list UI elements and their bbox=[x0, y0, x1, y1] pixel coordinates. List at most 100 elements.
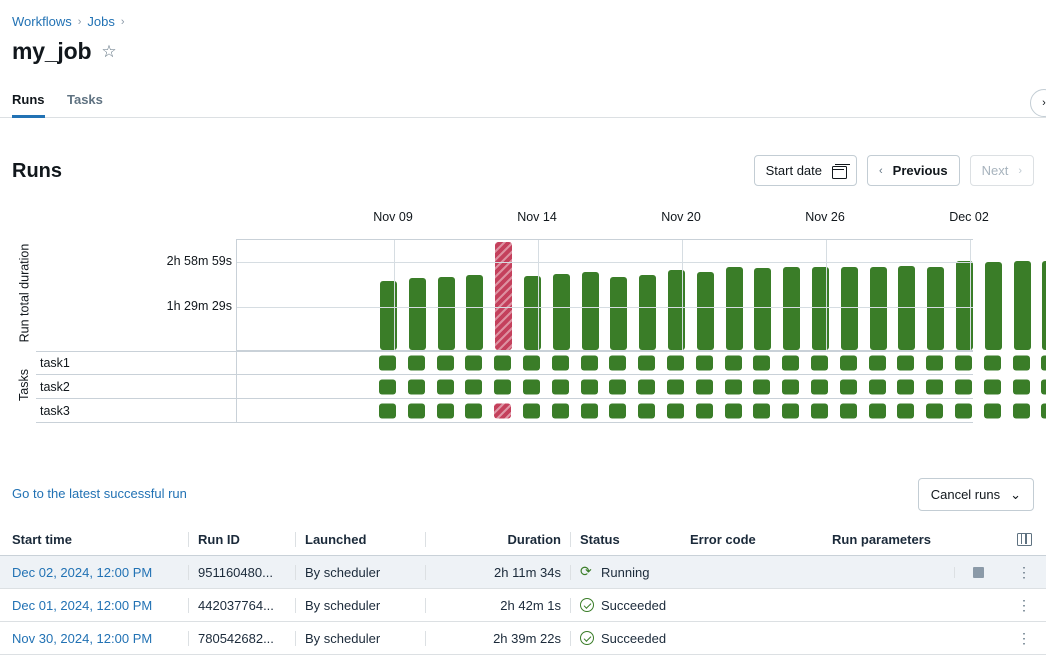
task-status-cell[interactable] bbox=[897, 379, 914, 394]
task-status-cell[interactable] bbox=[869, 379, 886, 394]
task-status-cell[interactable] bbox=[465, 356, 482, 371]
task-status-cell[interactable] bbox=[581, 379, 598, 394]
cell-row-menu[interactable]: ⋮ bbox=[1002, 631, 1046, 645]
task-status-cell[interactable] bbox=[955, 356, 972, 371]
table-row[interactable]: Dec 02, 2024, 12:00 PM951160480...By sch… bbox=[0, 556, 1046, 589]
task-status-cell[interactable] bbox=[379, 356, 396, 371]
chart-bar[interactable] bbox=[697, 272, 714, 350]
task-status-cell[interactable] bbox=[437, 379, 454, 394]
task-status-cell[interactable] bbox=[725, 379, 742, 394]
task-status-cell[interactable] bbox=[811, 403, 828, 418]
task-status-cell[interactable] bbox=[667, 379, 684, 394]
task-status-cell[interactable] bbox=[811, 356, 828, 371]
task-status-cell[interactable] bbox=[753, 403, 770, 418]
task-status-cell[interactable] bbox=[840, 403, 857, 418]
cell-row-menu[interactable]: ⋮ bbox=[1002, 565, 1046, 579]
task-status-cell[interactable] bbox=[638, 356, 655, 371]
task-status-cell[interactable] bbox=[638, 379, 655, 394]
task-status-cell[interactable] bbox=[379, 403, 396, 418]
chart-bar[interactable] bbox=[610, 277, 627, 350]
task-status-cell[interactable] bbox=[725, 403, 742, 418]
kebab-menu-icon[interactable]: ⋮ bbox=[1017, 598, 1031, 612]
task-status-cell[interactable] bbox=[696, 356, 713, 371]
chart-bar[interactable] bbox=[985, 262, 1002, 350]
task-status-cell[interactable] bbox=[494, 403, 511, 418]
column-header-start-time[interactable]: Start time bbox=[0, 532, 188, 547]
task-status-cell[interactable] bbox=[955, 403, 972, 418]
task-status-cell[interactable] bbox=[926, 403, 943, 418]
task-status-cell[interactable] bbox=[897, 403, 914, 418]
task-status-cell[interactable] bbox=[437, 356, 454, 371]
task-status-cell[interactable] bbox=[1041, 403, 1046, 418]
task-status-cell[interactable] bbox=[552, 379, 569, 394]
task-status-cell[interactable] bbox=[408, 379, 425, 394]
latest-successful-run-link[interactable]: Go to the latest successful run bbox=[12, 486, 187, 501]
kebab-menu-icon[interactable]: ⋮ bbox=[1017, 565, 1031, 579]
chart-bar[interactable] bbox=[754, 268, 771, 350]
task-status-cell[interactable] bbox=[408, 403, 425, 418]
task-status-cell[interactable] bbox=[1013, 356, 1030, 371]
task-status-cell[interactable] bbox=[1013, 403, 1030, 418]
task-status-cell[interactable] bbox=[955, 379, 972, 394]
cell-start-time[interactable]: Nov 30, 2024, 12:00 PM bbox=[0, 631, 188, 646]
column-header-status[interactable]: Status bbox=[570, 532, 681, 547]
chart-bar[interactable] bbox=[783, 267, 800, 350]
task-status-cell[interactable] bbox=[984, 403, 1001, 418]
run-start-time-link[interactable]: Dec 01, 2024, 12:00 PM bbox=[12, 598, 152, 613]
chart-bar[interactable] bbox=[726, 267, 743, 350]
task-status-cell[interactable] bbox=[609, 379, 626, 394]
task-status-cell[interactable] bbox=[1013, 379, 1030, 394]
task-status-cell[interactable] bbox=[840, 379, 857, 394]
task-status-cell[interactable] bbox=[494, 356, 511, 371]
task-status-cell[interactable] bbox=[552, 356, 569, 371]
task-status-cell[interactable] bbox=[984, 356, 1001, 371]
kebab-menu-icon[interactable]: ⋮ bbox=[1017, 631, 1031, 645]
task-status-cell[interactable] bbox=[926, 379, 943, 394]
table-row[interactable]: Nov 30, 2024, 12:00 PM780542682...By sch… bbox=[0, 622, 1046, 655]
run-start-time-link[interactable]: Nov 30, 2024, 12:00 PM bbox=[12, 631, 152, 646]
cell-row-menu[interactable]: ⋮ bbox=[1002, 598, 1046, 612]
task-status-cell[interactable] bbox=[811, 379, 828, 394]
task-status-cell[interactable] bbox=[667, 403, 684, 418]
task-status-cell[interactable] bbox=[782, 379, 799, 394]
column-header-duration[interactable]: Duration bbox=[425, 532, 570, 547]
task-status-cell[interactable] bbox=[465, 403, 482, 418]
start-date-button[interactable]: Start date bbox=[754, 155, 857, 186]
task-status-cell[interactable] bbox=[869, 356, 886, 371]
task-status-cell[interactable] bbox=[437, 403, 454, 418]
column-header-run-id[interactable]: Run ID bbox=[188, 532, 295, 547]
chart-bar[interactable] bbox=[841, 267, 858, 350]
chart-bar[interactable] bbox=[1014, 261, 1031, 350]
task-status-cell[interactable] bbox=[523, 403, 540, 418]
stop-run-icon[interactable] bbox=[973, 567, 984, 578]
chart-bar[interactable] bbox=[1042, 261, 1046, 350]
column-header-error-code[interactable]: Error code bbox=[681, 532, 823, 547]
chart-bar[interactable] bbox=[409, 278, 426, 350]
task-status-cell[interactable] bbox=[869, 403, 886, 418]
chart-bar[interactable] bbox=[927, 267, 944, 350]
task-status-cell[interactable] bbox=[465, 379, 482, 394]
chart-bar[interactable] bbox=[582, 272, 599, 350]
column-settings-button[interactable] bbox=[1002, 533, 1046, 546]
cell-stop-action[interactable] bbox=[954, 567, 1002, 578]
chart-bar[interactable] bbox=[466, 275, 483, 350]
task-status-cell[interactable] bbox=[926, 356, 943, 371]
column-header-launched[interactable]: Launched bbox=[295, 532, 425, 547]
next-page-button[interactable]: Next › bbox=[970, 155, 1034, 186]
task-status-cell[interactable] bbox=[581, 356, 598, 371]
chart-bar[interactable] bbox=[438, 277, 455, 350]
task-status-cell[interactable] bbox=[379, 379, 396, 394]
cell-start-time[interactable]: Dec 02, 2024, 12:00 PM bbox=[0, 565, 188, 580]
runs-duration-bar-chart[interactable] bbox=[236, 239, 973, 351]
run-start-time-link[interactable]: Dec 02, 2024, 12:00 PM bbox=[12, 565, 152, 580]
task-status-cell[interactable] bbox=[638, 403, 655, 418]
task-status-cell[interactable] bbox=[897, 356, 914, 371]
task-status-cell[interactable] bbox=[494, 379, 511, 394]
task-status-cell[interactable] bbox=[408, 356, 425, 371]
cell-start-time[interactable]: Dec 01, 2024, 12:00 PM bbox=[0, 598, 188, 613]
task-status-cell[interactable] bbox=[609, 403, 626, 418]
task-status-cell[interactable] bbox=[581, 403, 598, 418]
chart-bar[interactable] bbox=[639, 275, 656, 350]
task-status-cell[interactable] bbox=[753, 379, 770, 394]
task-status-cell[interactable] bbox=[552, 403, 569, 418]
